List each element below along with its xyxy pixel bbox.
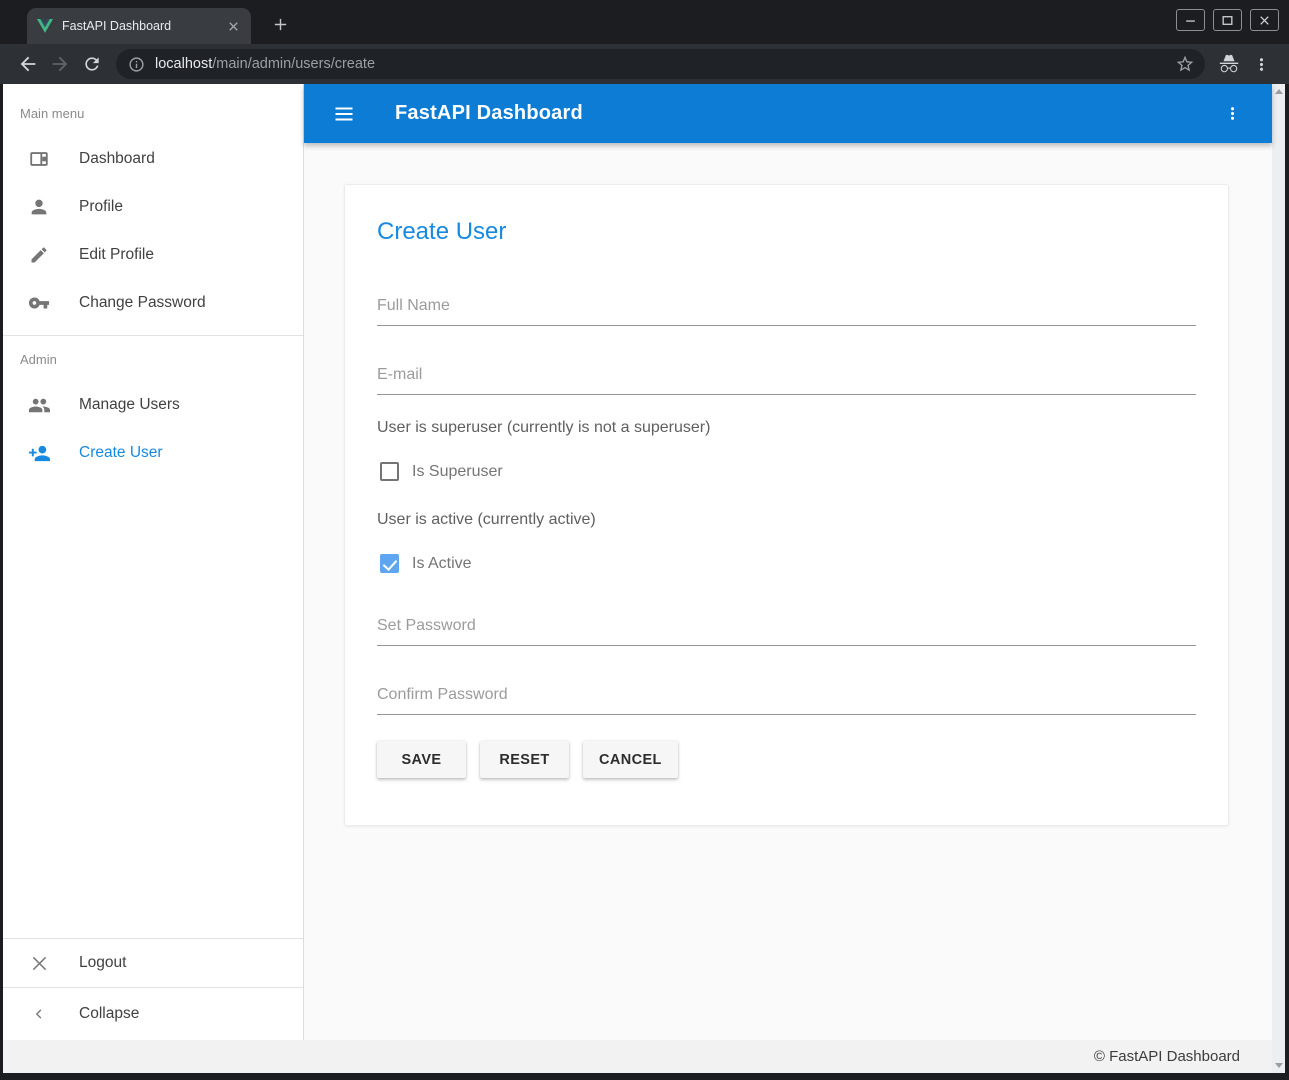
- active-hint: User is active (currently active): [377, 511, 1196, 529]
- is-superuser-checkbox-row[interactable]: Is Superuser: [377, 462, 1196, 481]
- form-actions: SAVE RESET CANCEL: [377, 741, 1196, 778]
- hamburger-menu-icon[interactable]: [326, 96, 362, 132]
- key-icon: [27, 291, 51, 315]
- sidebar-item-dashboard[interactable]: Dashboard: [3, 135, 303, 183]
- scroll-up-arrow-icon[interactable]: [1275, 89, 1283, 94]
- sidebar: Main menu Dashboard Profile: [3, 84, 304, 1040]
- save-button[interactable]: SAVE: [377, 741, 466, 778]
- tab-close-icon[interactable]: [226, 19, 241, 34]
- is-active-checkbox-row[interactable]: Is Active: [377, 554, 1196, 573]
- tab-title: FastAPI Dashboard: [62, 19, 217, 33]
- sidebar-item-manage-users[interactable]: Manage Users: [3, 381, 303, 429]
- sidebar-section-main-menu: Main menu: [3, 106, 303, 135]
- chevron-left-icon: [27, 1002, 51, 1026]
- email-field-wrap: [377, 366, 1196, 395]
- sidebar-item-collapse[interactable]: Collapse: [3, 988, 303, 1040]
- scroll-down-arrow-icon[interactable]: [1275, 1063, 1283, 1068]
- pencil-icon: [27, 243, 51, 267]
- dashboard-icon: [27, 147, 51, 171]
- close-icon: [27, 951, 51, 975]
- reset-button[interactable]: RESET: [480, 741, 569, 778]
- url-path: /main/admin/users/create: [212, 56, 375, 72]
- set-password-field-wrap: [377, 617, 1196, 646]
- sidebar-item-change-password[interactable]: Change Password: [3, 279, 303, 327]
- minimize-button[interactable]: [1176, 9, 1205, 31]
- superuser-hint: User is superuser (currently is not a su…: [377, 419, 1196, 437]
- sidebar-item-profile[interactable]: Profile: [3, 183, 303, 231]
- back-button[interactable]: [12, 48, 44, 80]
- main-area: FastAPI Dashboard Create User: [304, 84, 1272, 1040]
- create-user-card: Create User User is superuser (currently…: [344, 184, 1229, 826]
- new-tab-button[interactable]: [267, 11, 293, 37]
- maximize-button[interactable]: [1213, 9, 1242, 31]
- vue-favicon-icon: [37, 19, 53, 33]
- close-window-button[interactable]: [1250, 9, 1279, 31]
- confirm-password-field-wrap: [377, 686, 1196, 715]
- is-active-label: Is Active: [412, 555, 472, 573]
- browser-titlebar: FastAPI Dashboard: [0, 0, 1289, 44]
- window-controls: [1176, 9, 1279, 31]
- url-host: localhost: [155, 56, 212, 72]
- email-input[interactable]: [377, 366, 1196, 395]
- address-bar[interactable]: localhost/main/admin/users/create: [116, 49, 1205, 79]
- set-password-input[interactable]: [377, 617, 1196, 646]
- page-scrollbar[interactable]: [1272, 84, 1285, 1073]
- reload-button[interactable]: [76, 48, 108, 80]
- person-add-icon: [27, 441, 51, 465]
- cancel-button[interactable]: CANCEL: [583, 741, 678, 778]
- page: Main menu Dashboard Profile: [3, 84, 1272, 1073]
- browser-menu-kebab-icon[interactable]: [1245, 48, 1277, 80]
- page-title: Create User: [377, 215, 1196, 249]
- copyright-text: © FastAPI Dashboard: [1094, 1048, 1240, 1065]
- app-title: FastAPI Dashboard: [395, 102, 583, 125]
- full-name-input[interactable]: [377, 297, 1196, 326]
- is-superuser-checkbox[interactable]: [380, 462, 399, 481]
- url-text[interactable]: localhost/main/admin/users/create: [155, 56, 1161, 72]
- app-toolbar: FastAPI Dashboard: [304, 84, 1272, 143]
- is-superuser-label: Is Superuser: [412, 463, 503, 481]
- people-icon: [27, 393, 51, 417]
- full-name-field-wrap: [377, 297, 1196, 326]
- confirm-password-input[interactable]: [377, 686, 1196, 715]
- sidebar-section-admin: Admin: [3, 336, 303, 381]
- app-footer: © FastAPI Dashboard: [3, 1040, 1272, 1073]
- forward-button[interactable]: [44, 48, 76, 80]
- info-icon[interactable]: [128, 56, 145, 73]
- browser-window: FastAPI Dashboard: [0, 0, 1289, 1080]
- browser-tab[interactable]: FastAPI Dashboard: [27, 8, 251, 44]
- bookmark-star-icon[interactable]: [1171, 50, 1199, 78]
- sidebar-item-create-user[interactable]: Create User: [3, 429, 303, 477]
- incognito-icon: [1213, 48, 1245, 80]
- sidebar-item-logout[interactable]: Logout: [3, 939, 303, 987]
- browser-toolbar: localhost/main/admin/users/create: [0, 44, 1289, 84]
- person-icon: [27, 195, 51, 219]
- app-menu-kebab-icon[interactable]: [1214, 96, 1250, 132]
- is-active-checkbox[interactable]: [380, 554, 399, 573]
- sidebar-item-edit-profile[interactable]: Edit Profile: [3, 231, 303, 279]
- page-content: Create User User is superuser (currently…: [304, 143, 1272, 1040]
